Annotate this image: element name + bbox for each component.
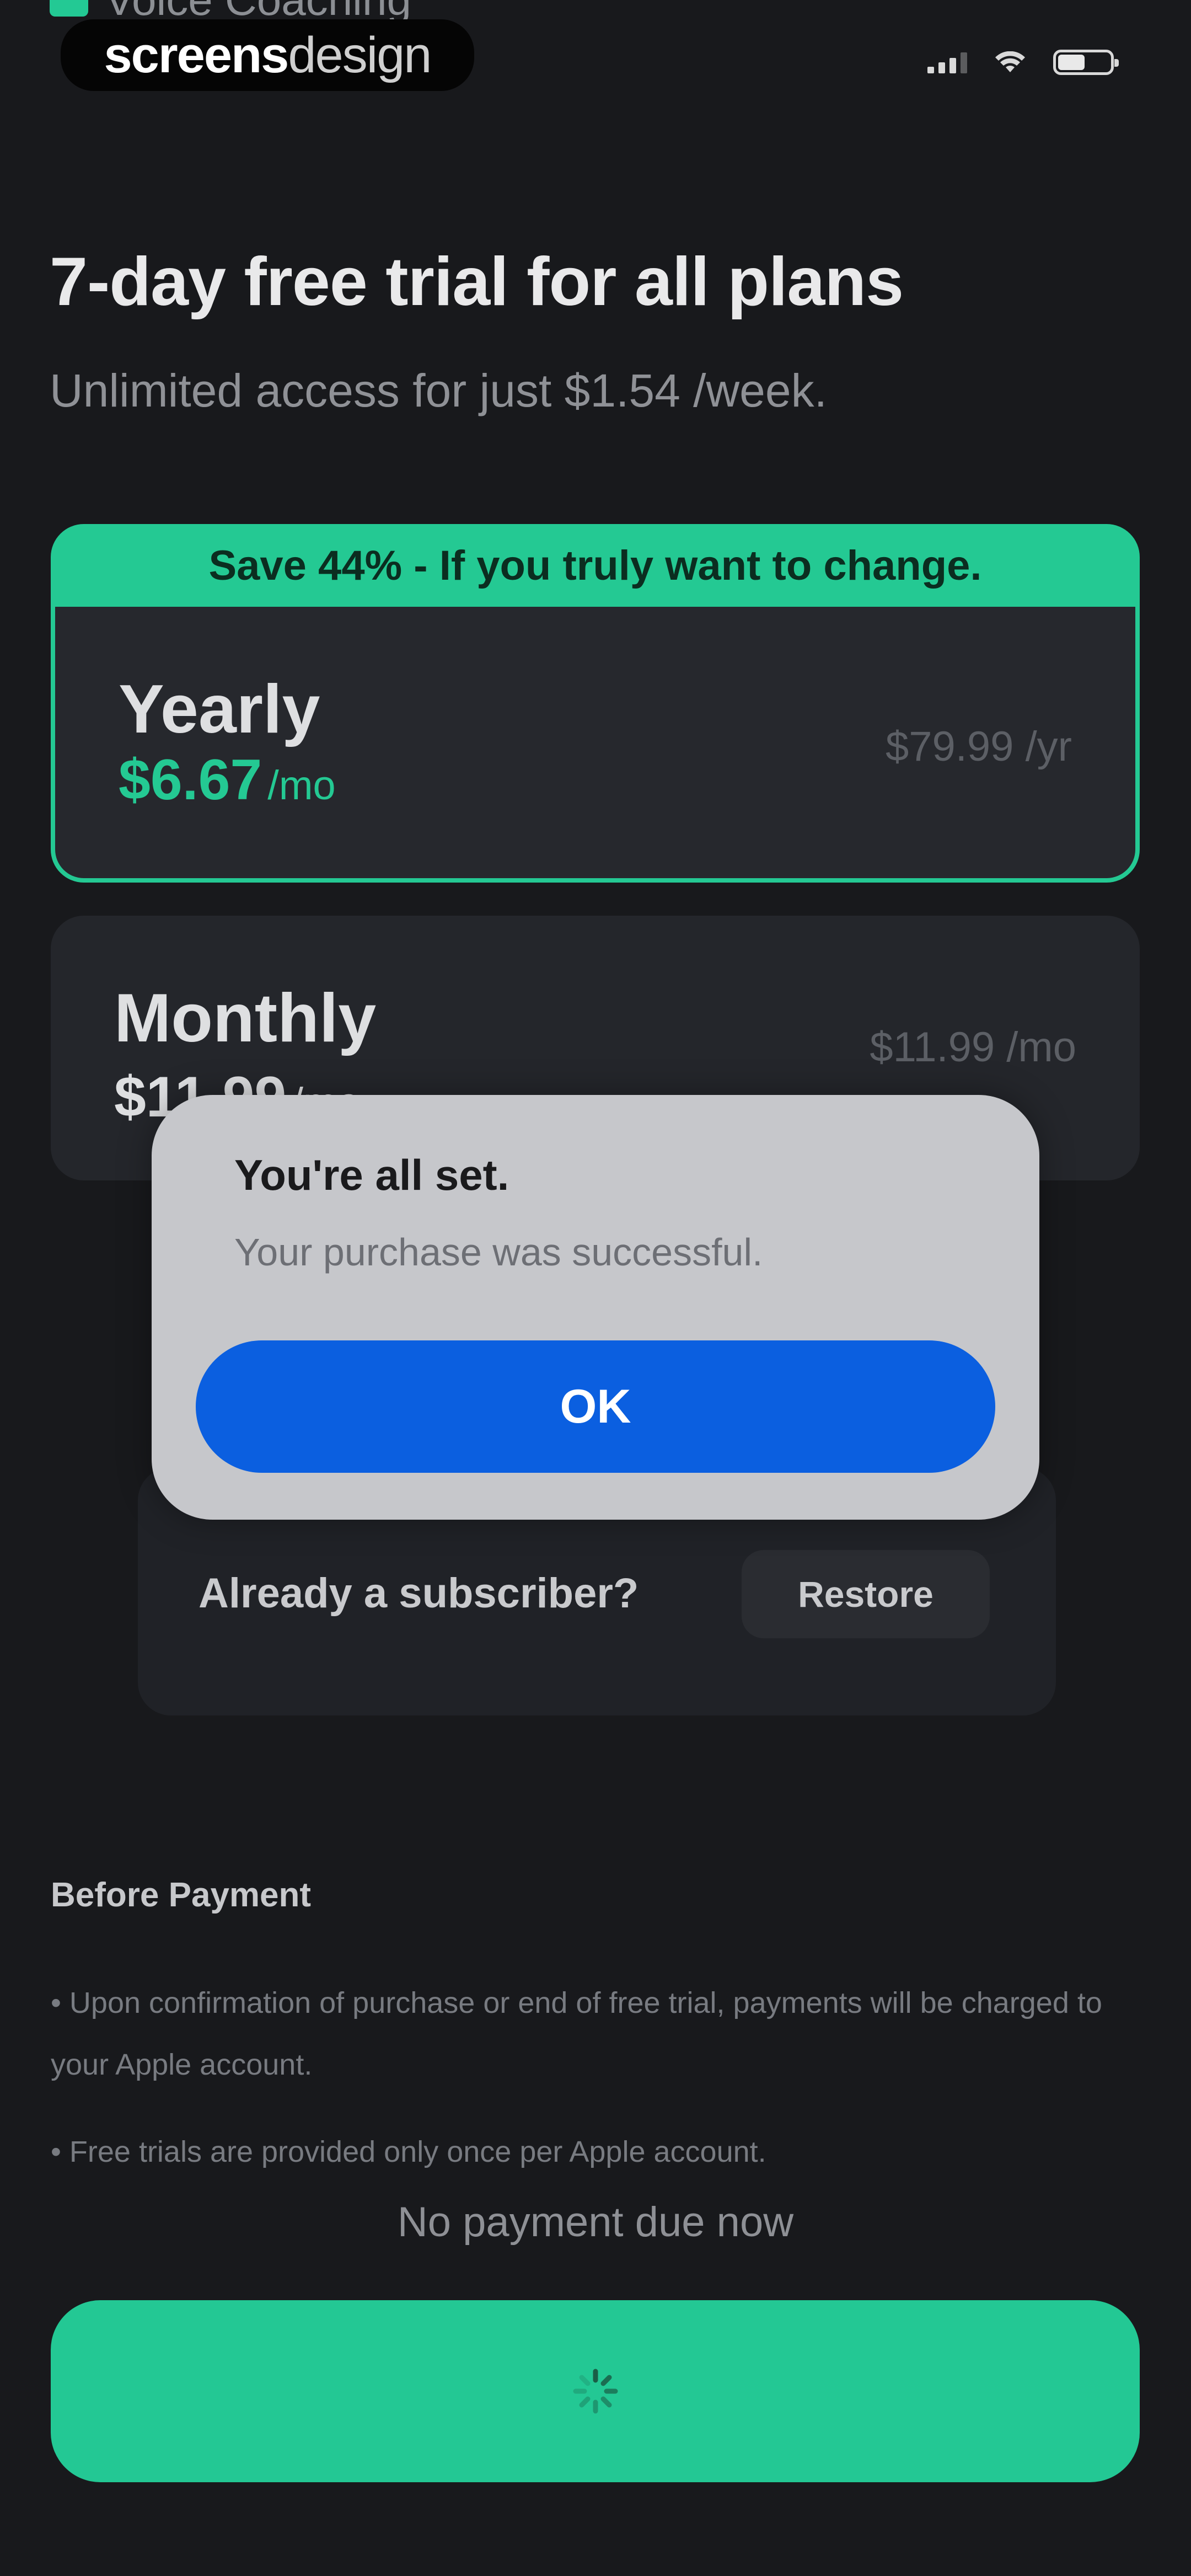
restore-label: Already a subscriber? [198,1570,639,1617]
paywall-screen: Voice Coaching screensdesign 7-day free … [0,0,1191,2576]
cellular-signal-icon [927,51,967,73]
page-title: 7-day free trial for all plans [50,244,904,320]
plan-total-monthly: $11.99 /mo [870,1024,1076,1071]
plan-price-yearly-value: $6.67 [119,748,262,812]
watermark-thin: design [288,26,432,83]
restore-button[interactable]: Restore [742,1550,990,1638]
battery-icon [1053,50,1119,75]
app-logo-icon [50,0,88,17]
status-bar [927,50,1119,75]
dialog-message: Your purchase was successful. [234,1231,763,1274]
plan-price-yearly: $6.67/mo [119,747,336,813]
continue-button[interactable] [51,2300,1140,2482]
dialog-ok-button[interactable]: OK [196,1340,995,1473]
legal-heading: Before Payment [51,1876,312,1914]
loading-spinner-icon [573,2369,618,2414]
watermark-badge: screens design [61,19,474,91]
plan-card-yearly[interactable]: Save 44% - If you truly want to change. … [51,524,1140,883]
wifi-icon [995,51,1026,73]
plan-name-monthly: Monthly [114,980,377,1056]
page-subtitle: Unlimited access for just $1.54 /week. [50,365,827,416]
legal-line-2: • Free trials are provided only once per… [51,2135,766,2168]
purchase-success-dialog: You're all set. Your purchase was succes… [152,1095,1039,1520]
watermark-bold: screens [104,26,289,83]
plan-total-yearly: $79.99 /yr [886,723,1072,770]
savings-banner: Save 44% - If you truly want to change. [208,542,982,589]
plan-card-yearly-body: Yearly $6.67/mo $79.99 /yr [55,607,1135,878]
plan-name-yearly: Yearly [119,671,320,747]
legal-line-1: • Upon confirmation of purchase or end o… [51,1986,1102,2081]
dialog-title: You're all set. [234,1151,509,1199]
no-payment-note: No payment due now [397,2199,794,2246]
plan-price-yearly-unit: /mo [267,762,336,808]
